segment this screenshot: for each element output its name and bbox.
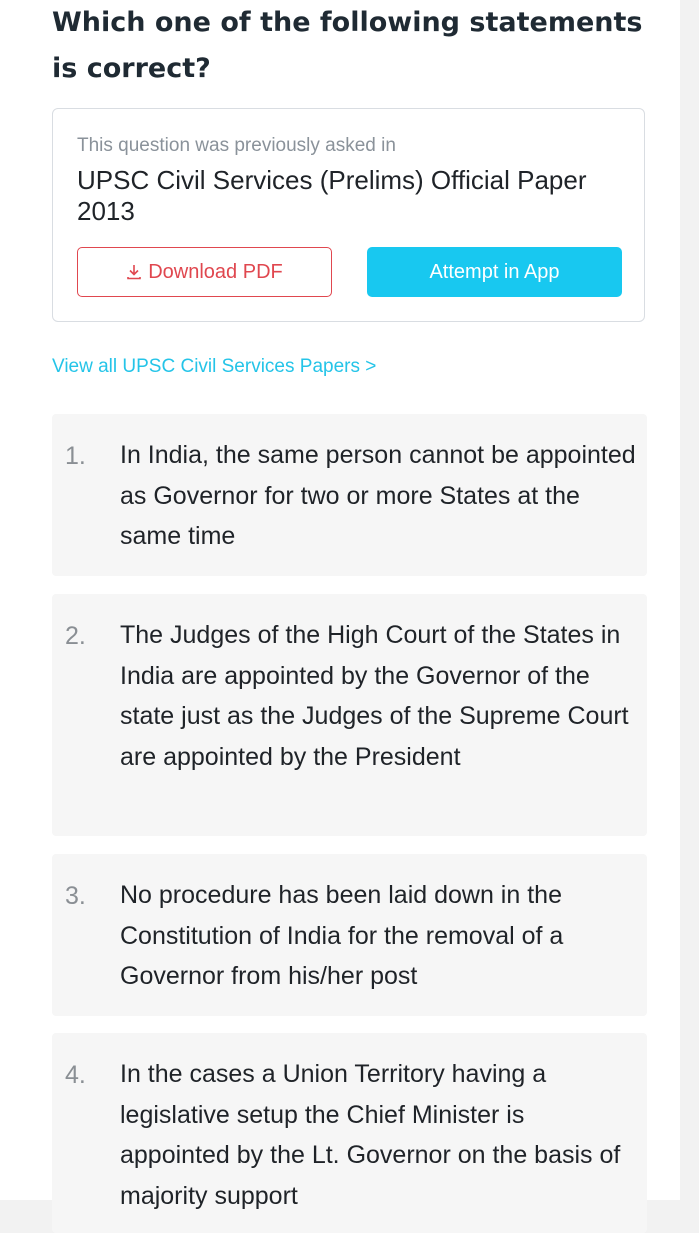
option-item[interactable]: 2. The Judges of the High Court of the S… xyxy=(52,594,647,836)
option-number: 2. xyxy=(65,622,86,650)
option-number: 3. xyxy=(65,882,86,910)
download-icon xyxy=(127,265,142,280)
option-item[interactable]: 4. In the cases a Union Territory having… xyxy=(52,1033,647,1233)
download-pdf-button[interactable]: Download PDF xyxy=(77,247,332,297)
option-text: The Judges of the High Court of the Stat… xyxy=(120,621,629,771)
option-number: 1. xyxy=(65,442,86,470)
source-caption: This question was previously asked in xyxy=(77,135,396,156)
option-text: In the cases a Union Territory having a … xyxy=(120,1060,621,1210)
option-text: No procedure has been laid down in the C… xyxy=(120,881,564,990)
attempt-in-app-label: Attempt in App xyxy=(429,260,560,283)
option-text: In India, the same person cannot be appo… xyxy=(120,441,636,550)
previous-paper-card: This question was previously asked in UP… xyxy=(52,108,645,322)
source-paper-name: UPSC Civil Services (Prelims) Official P… xyxy=(77,165,587,226)
view-all-papers-link[interactable]: View all UPSC Civil Services Papers > xyxy=(52,356,376,378)
attempt-in-app-button[interactable]: Attempt in App xyxy=(367,247,622,297)
option-item[interactable]: 3. No procedure has been laid down in th… xyxy=(52,854,647,1016)
question-page: Which one of the following statements is… xyxy=(0,0,680,1233)
option-item[interactable]: 1. In India, the same person cannot be a… xyxy=(52,414,647,576)
download-pdf-label: Download PDF xyxy=(148,260,283,283)
question-title: Which one of the following statements is… xyxy=(52,7,643,84)
page-side-gutter xyxy=(680,0,699,1200)
option-number: 4. xyxy=(65,1061,86,1089)
